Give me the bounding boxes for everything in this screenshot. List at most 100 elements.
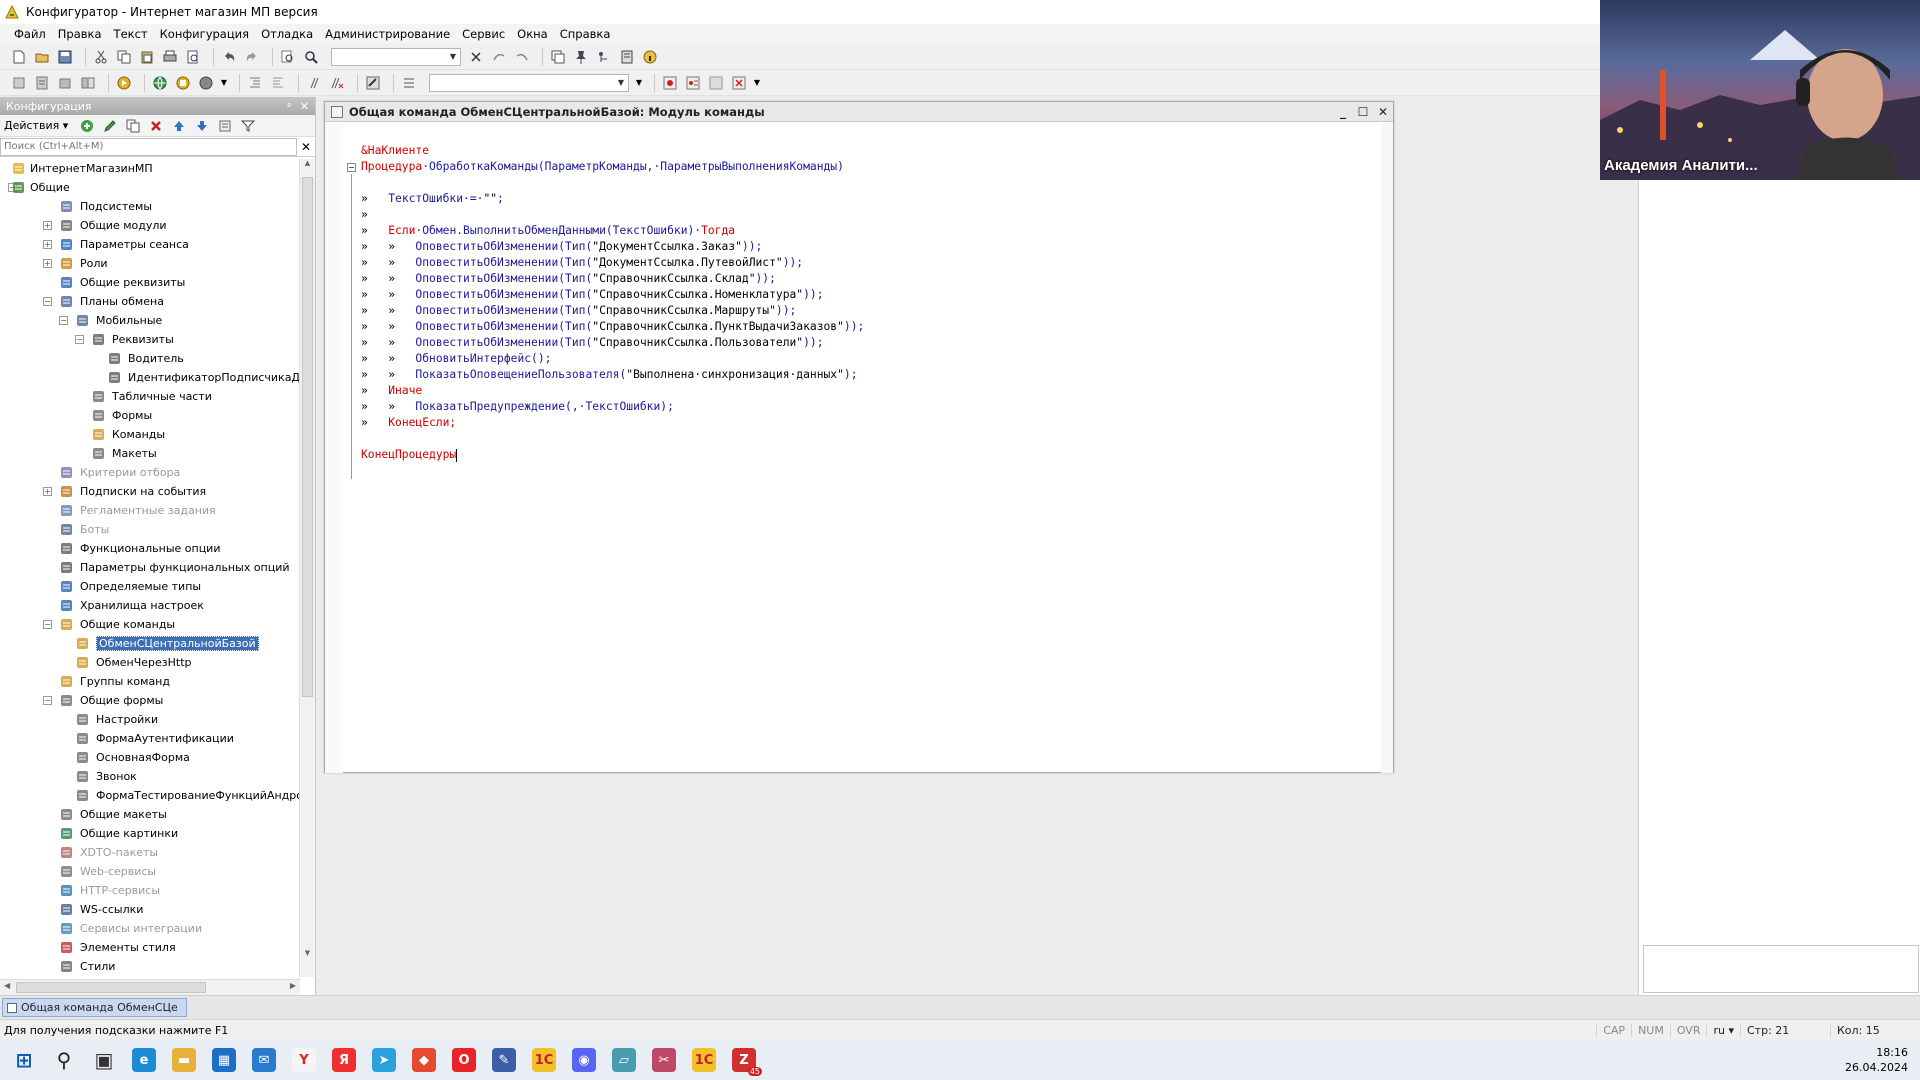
tree-item[interactable]: XDTO-пакеты	[0, 843, 300, 862]
tree-item[interactable]: − Общие формы	[0, 691, 300, 710]
tree-item[interactable]: Подсистемы	[0, 197, 300, 216]
menu-item[interactable]: Конфигурация	[160, 27, 249, 41]
find-next-icon[interactable]	[490, 48, 508, 66]
filter-icon[interactable]	[239, 117, 257, 135]
tree-item[interactable]: Web-сервисы	[0, 862, 300, 881]
tree-item[interactable]: − Общие	[0, 178, 300, 197]
close-icon[interactable]: ✕	[297, 140, 315, 154]
close-icon[interactable]: ✕	[300, 100, 309, 113]
tree-item[interactable]: Табличные части	[0, 387, 300, 406]
close-search-icon[interactable]	[467, 48, 485, 66]
print-preview-icon[interactable]	[184, 48, 202, 66]
print-icon[interactable]	[161, 48, 179, 66]
windows-start-icon[interactable]: ⊞	[4, 1040, 44, 1080]
chevron-down-icon[interactable]: ▼	[753, 74, 761, 92]
maximize-icon[interactable]: ☐	[1353, 103, 1373, 121]
expand-icon[interactable]: +	[43, 240, 52, 249]
find-icon[interactable]	[279, 48, 297, 66]
menu-item[interactable]: Текст	[114, 27, 148, 41]
cut-icon[interactable]	[92, 48, 110, 66]
undo-icon[interactable]	[220, 48, 238, 66]
indent-icon[interactable]	[246, 74, 264, 92]
new-file-icon[interactable]	[10, 48, 28, 66]
clear-breakpoints-icon[interactable]	[730, 74, 748, 92]
tree-item[interactable]: ОсновнаяФорма	[0, 748, 300, 767]
save-icon[interactable]	[56, 48, 74, 66]
pin-icon[interactable]: ᵖ	[287, 100, 292, 113]
notes-icon[interactable]: ▱	[604, 1040, 644, 1080]
delete-icon[interactable]	[147, 117, 165, 135]
menu-item[interactable]: Администрирование	[325, 27, 450, 41]
mail-icon[interactable]: ✉	[244, 1040, 284, 1080]
search-icon[interactable]: ⚲	[44, 1040, 84, 1080]
tree-item[interactable]: − Планы обмена	[0, 292, 300, 311]
code-editor[interactable]: − &НаКлиенте Процедура·ОбработкаКоманды(П…	[325, 123, 1393, 773]
syntax-helper-icon[interactable]	[595, 48, 613, 66]
tree-item[interactable]: HTTP-сервисы	[0, 881, 300, 900]
menu-item[interactable]: Отладка	[261, 27, 313, 41]
collapse-icon[interactable]: −	[59, 316, 68, 325]
store-icon[interactable]: ▦	[204, 1040, 244, 1080]
tree-item[interactable]: Боты	[0, 520, 300, 539]
window-tab[interactable]: Общая команда ОбменСЦе	[2, 998, 187, 1017]
tree-item[interactable]: − Реквизиты	[0, 330, 300, 349]
minimize-icon[interactable]: _	[1333, 103, 1353, 121]
search-icon[interactable]	[302, 48, 320, 66]
tree-item[interactable]: − Мобильные	[0, 311, 300, 330]
tree-item[interactable]: ФормаАутентификации	[0, 729, 300, 748]
tree-item[interactable]: Общие реквизиты	[0, 273, 300, 292]
disable-breakpoint-icon[interactable]	[707, 74, 725, 92]
collapse-icon[interactable]: −	[43, 696, 52, 705]
scroll-right-icon[interactable]: ▶	[290, 981, 296, 990]
chevron-down-icon[interactable]: ▼	[220, 74, 228, 92]
redo-icon[interactable]	[243, 48, 261, 66]
move-down-icon[interactable]	[193, 117, 211, 135]
actions-menu-button[interactable]: Действия ▾	[4, 119, 68, 132]
tree-item[interactable]: − Общие команды	[0, 615, 300, 634]
move-up-icon[interactable]	[170, 117, 188, 135]
tree-item[interactable]: + Роли	[0, 254, 300, 273]
code-text[interactable]: &НаКлиенте Процедура·ОбработкаКоманды(Пар…	[361, 143, 864, 463]
compare-icon[interactable]	[79, 74, 97, 92]
chevron-down-icon[interactable]: ▼	[635, 74, 643, 92]
menu-item[interactable]: Файл	[14, 27, 46, 41]
scroll-up-icon[interactable]: ▲	[300, 159, 315, 167]
outdent-icon[interactable]	[269, 74, 287, 92]
tree-item[interactable]: + Параметры сеанса	[0, 235, 300, 254]
tree-item[interactable]: Общие макеты	[0, 805, 300, 824]
pin-icon[interactable]	[572, 48, 590, 66]
file-explorer-icon[interactable]: ▬	[164, 1040, 204, 1080]
tree-item[interactable]: Критерии отбора	[0, 463, 300, 482]
tree-vertical-scrollbar[interactable]: ▲ ▼	[299, 159, 315, 977]
menu-item[interactable]: Окна	[517, 27, 548, 41]
tree-item[interactable]: Команды	[0, 425, 300, 444]
tree-item[interactable]: WS-ссылки	[0, 900, 300, 919]
menu-item[interactable]: Правка	[58, 27, 102, 41]
chevron-down-icon[interactable]: ▼	[446, 49, 460, 65]
add-icon[interactable]	[78, 117, 96, 135]
fold-collapse-icon[interactable]: −	[347, 163, 356, 172]
expand-icon[interactable]: +	[43, 259, 52, 268]
wizard-icon[interactable]	[364, 74, 382, 92]
enterprise-run-icon[interactable]	[174, 74, 192, 92]
yandex-browser-icon[interactable]: Y	[284, 1040, 324, 1080]
sort-icon[interactable]	[216, 117, 234, 135]
tree-item[interactable]: Функциональные опции	[0, 539, 300, 558]
collapse-icon[interactable]: −	[75, 335, 84, 344]
editor-scrollbar[interactable]	[1381, 123, 1393, 773]
expand-icon[interactable]: +	[43, 487, 52, 496]
breakpoints-list-icon[interactable]	[684, 74, 702, 92]
config-db-icon[interactable]	[33, 74, 51, 92]
info-icon[interactable]	[641, 48, 659, 66]
task-view-icon[interactable]: ▣	[84, 1040, 124, 1080]
discord-icon[interactable]: ◉	[564, 1040, 604, 1080]
tree-item[interactable]: Общие картинки	[0, 824, 300, 843]
tree-item[interactable]: ИнтернетМагазинМП	[0, 159, 300, 178]
copy-icon[interactable]	[115, 48, 133, 66]
yandex-icon[interactable]: Я	[324, 1040, 364, 1080]
tree-item[interactable]: Группы команд	[0, 672, 300, 691]
tree-item[interactable]: Стили	[0, 957, 300, 976]
edit-icon[interactable]	[101, 117, 119, 135]
opera-icon[interactable]: O	[444, 1040, 484, 1080]
taskbar-clock[interactable]: 18:16 26.04.2024	[1830, 1045, 1920, 1075]
